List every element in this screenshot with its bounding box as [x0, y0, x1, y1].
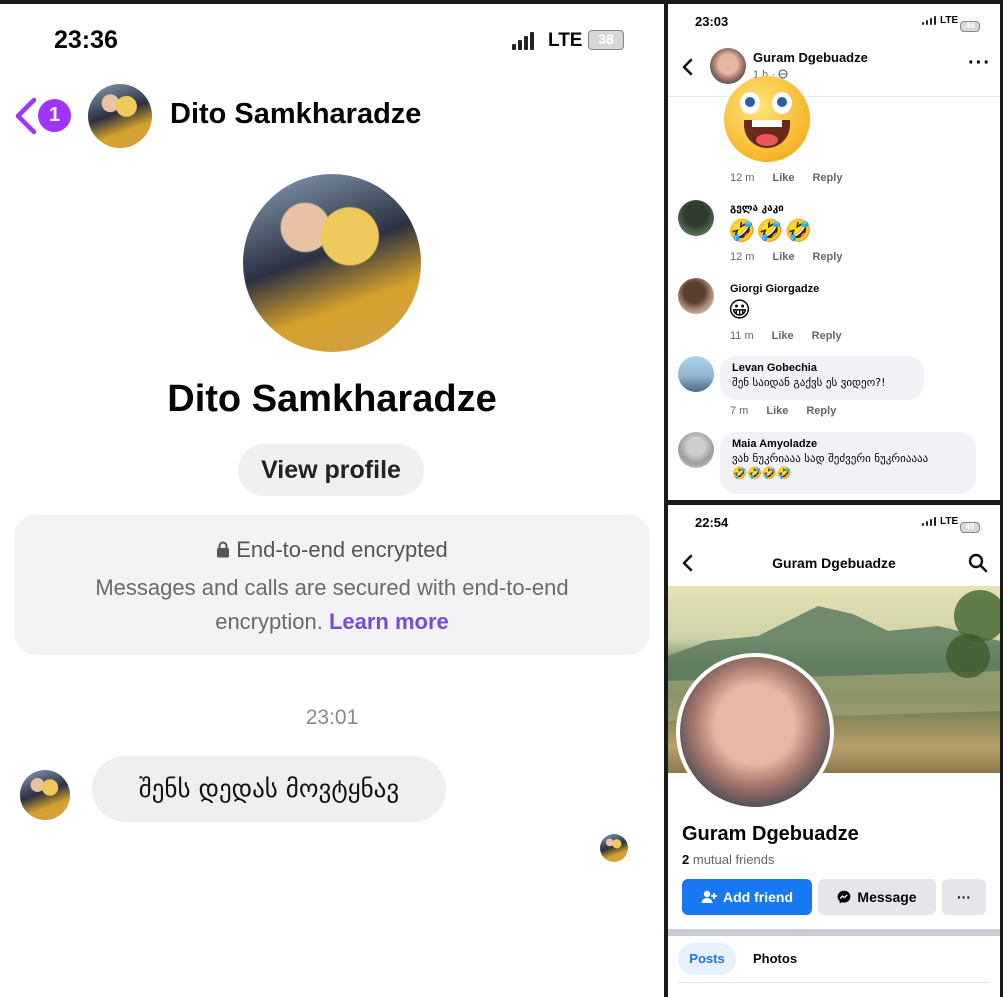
more-options-button[interactable]: ···	[942, 879, 986, 915]
divider	[668, 96, 1000, 97]
add-person-icon	[701, 890, 717, 903]
status-time: 23:03	[695, 14, 729, 29]
author-name[interactable]: Guram Dgebuadze	[753, 50, 868, 65]
comment-text: შენ საიდან გაქვს ეს ვიდეო?!	[732, 376, 886, 389]
add-friend-button[interactable]: Add friend	[682, 879, 812, 915]
tab-photos[interactable]: Photos	[753, 951, 797, 966]
sender-avatar[interactable]	[20, 770, 70, 820]
battery-icon: 38	[588, 30, 624, 50]
commenter-avatar[interactable]	[678, 356, 714, 392]
commenter-avatar[interactable]	[678, 432, 714, 468]
message-timestamp: 23:01	[305, 706, 359, 729]
status-time: 23:36	[54, 26, 118, 54]
status-time: 22:54	[695, 515, 729, 530]
unread-badge: 1	[38, 99, 71, 132]
message-bubble[interactable]: შენს დედას მოვტყნავ	[92, 756, 446, 822]
commenter-name[interactable]: Giorgi Giorgadze	[730, 283, 819, 295]
chevron-left-icon	[15, 97, 37, 135]
network-label: LTE	[548, 30, 583, 51]
commenter-name[interactable]: Maia Amyoladze	[732, 438, 964, 450]
chat-title[interactable]: Dito Samkharadze	[170, 98, 421, 131]
commenter-name[interactable]: Levan Gobechia	[732, 362, 912, 374]
divider	[678, 982, 990, 983]
avatar[interactable]	[88, 84, 152, 148]
encryption-title: End-to-end encrypted	[236, 537, 448, 562]
reply-button[interactable]: Reply	[812, 172, 842, 184]
author-avatar[interactable]	[710, 48, 746, 84]
facebook-profile-screenshot: 22:54 LTE 49 Guram Dgebuadze Guram Dgebu…	[668, 505, 1000, 997]
lock-icon	[217, 541, 230, 558]
reply-button[interactable]: Reply	[812, 330, 842, 342]
profile-name: Guram Dgebuadze	[682, 823, 859, 845]
messenger-chat-screenshot: 23:36 LTE 38 1 Dito Samkharadze Dito Sam…	[0, 4, 664, 997]
battery-icon: 46	[960, 21, 980, 32]
battery-icon: 49	[960, 522, 980, 533]
message-button[interactable]: Message	[818, 879, 936, 915]
read-receipt-avatar	[600, 834, 628, 862]
signal-icon	[922, 16, 936, 25]
page-title: Guram Dgebuadze	[772, 555, 896, 571]
profile-photo-frame	[676, 653, 834, 811]
profile-photo[interactable]	[243, 174, 421, 352]
signal-icon	[922, 517, 936, 526]
like-button[interactable]: Like	[772, 330, 794, 342]
comment-emoji: 😀	[728, 297, 751, 322]
search-icon[interactable]	[968, 553, 988, 573]
signal-icon	[512, 32, 534, 50]
comment-actions: 12 m Like Reply	[730, 251, 843, 263]
comment-text: ვახ ნუკრიააა სად შეძვერი ნუკრიაააა	[732, 452, 929, 465]
more-options-icon[interactable]: ···	[968, 53, 991, 73]
commenter-avatar[interactable]	[678, 278, 714, 314]
network-label: LTE	[940, 15, 959, 26]
reply-button[interactable]: Reply	[812, 251, 842, 263]
comment-emoji: 🤣🤣🤣🤣	[732, 466, 792, 480]
comment-emoji: 🤣🤣🤣	[728, 218, 814, 243]
like-button[interactable]: Like	[772, 172, 794, 184]
encryption-notice: End-to-end encrypted Messages and calls …	[14, 515, 650, 655]
profile-photo[interactable]	[680, 657, 830, 807]
learn-more-link[interactable]: Learn more	[329, 609, 449, 634]
reply-button[interactable]: Reply	[806, 405, 836, 417]
large-laughing-emoji	[724, 76, 810, 162]
network-label: LTE	[940, 516, 959, 527]
section-divider	[668, 929, 1000, 936]
commenter-name[interactable]: გელა კაკი	[730, 203, 784, 214]
back-chevron-icon[interactable]	[682, 58, 694, 76]
tab-posts[interactable]: Posts	[678, 943, 736, 975]
comment-bubble[interactable]: Levan Gobechia შენ საიდან გაქვს ეს ვიდეო…	[720, 356, 924, 400]
comment-actions: 7 m Like Reply	[730, 405, 837, 417]
comment-actions: 11 m Like Reply	[730, 330, 842, 342]
commenter-avatar[interactable]	[678, 200, 714, 236]
messenger-icon	[838, 890, 851, 904]
like-button[interactable]: Like	[772, 251, 794, 263]
view-profile-button[interactable]: View profile	[238, 444, 424, 496]
encryption-line1: Messages and calls are secured with end-…	[95, 575, 569, 600]
like-button[interactable]: Like	[766, 405, 788, 417]
comment-actions: 12 m Like Reply	[730, 172, 843, 184]
mutual-friends[interactable]: 2 mutual friends	[682, 852, 775, 867]
encryption-line2: encryption.	[215, 609, 323, 634]
back-button[interactable]: 1	[14, 96, 74, 136]
profile-name: Dito Samkharadze	[167, 378, 497, 420]
facebook-comments-screenshot: 23:03 LTE 46 Guram Dgebuadze 1 h · ··· 1…	[668, 4, 1000, 500]
comment-bubble[interactable]: Maia Amyoladze ვახ ნუკრიააა სად შეძვერი …	[720, 432, 976, 494]
